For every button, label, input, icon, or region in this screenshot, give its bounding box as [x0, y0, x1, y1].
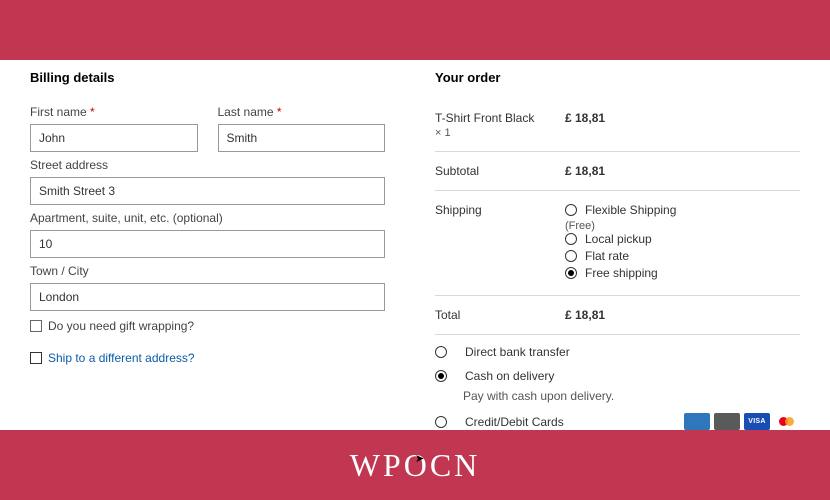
radio-icon[interactable] [565, 233, 577, 245]
ship-different-label: Ship to a different address? [48, 351, 195, 365]
total-value: £ 18,81 [565, 308, 605, 322]
street-input[interactable] [30, 177, 385, 205]
first-name-input[interactable] [30, 124, 198, 152]
radio-icon[interactable] [435, 416, 447, 428]
total-label: Total [435, 308, 565, 322]
ship-flex-note: (Free) [565, 220, 800, 232]
first-name-label: First name * [30, 105, 198, 119]
shipping-row: Shipping Flexible Shipping (Free) Local … [435, 197, 800, 289]
product-qty: × 1 [435, 127, 565, 139]
billing-heading: Billing details [30, 70, 385, 85]
ship-pickup[interactable]: Local pickup [565, 232, 800, 246]
product-price: £ 18,81 [565, 111, 605, 139]
visa-icon: VISA [744, 413, 770, 430]
street-field: Street address [30, 158, 385, 205]
radio-icon[interactable] [565, 204, 577, 216]
city-input[interactable] [30, 283, 385, 311]
product-row: T-Shirt Front Black × 1 £ 18,81 [435, 105, 800, 145]
apartment-field: Apartment, suite, unit, etc. (optional) [30, 211, 385, 258]
apartment-label: Apartment, suite, unit, etc. (optional) [30, 211, 385, 225]
top-band [0, 0, 830, 60]
mastercard-icon [774, 413, 800, 430]
amex-icon [684, 413, 710, 430]
subtotal-value: £ 18,81 [565, 164, 605, 178]
pay-cash[interactable]: Cash on delivery [435, 369, 800, 383]
last-name-input[interactable] [218, 124, 386, 152]
apartment-input[interactable] [30, 230, 385, 258]
ship-free[interactable]: Free shipping [565, 266, 800, 280]
pay-cash-note: Pay with cash upon delivery. [463, 389, 800, 403]
first-name-field: First name * [30, 105, 198, 152]
product-name: T-Shirt Front Black [435, 111, 565, 125]
footer-band: WPOCN [0, 430, 830, 500]
discover-icon [714, 413, 740, 430]
radio-icon[interactable] [565, 267, 577, 279]
order-heading: Your order [435, 70, 800, 85]
shipping-label: Shipping [435, 203, 565, 217]
ship-different-row[interactable]: Ship to a different address? [30, 351, 385, 365]
street-label: Street address [30, 158, 385, 172]
city-field: Town / City [30, 264, 385, 311]
ship-flex[interactable]: Flexible Shipping [565, 203, 800, 217]
radio-icon[interactable] [565, 250, 577, 262]
ship-flat[interactable]: Flat rate [565, 249, 800, 263]
total-row: Total £ 18,81 [435, 302, 800, 328]
order-column: Your order T-Shirt Front Black × 1 £ 18,… [415, 70, 800, 430]
ship-different-checkbox[interactable] [30, 352, 42, 364]
pay-bank[interactable]: Direct bank transfer [435, 345, 800, 359]
gift-wrap-row[interactable]: Do you need gift wrapping? [30, 319, 385, 333]
card-icons: VISA [684, 413, 800, 430]
radio-icon[interactable] [435, 370, 447, 382]
city-label: Town / City [30, 264, 385, 278]
subtotal-row: Subtotal £ 18,81 [435, 158, 800, 184]
billing-column: Billing details First name * Last name *… [30, 70, 385, 430]
pay-card[interactable]: Credit/Debit Cards VISA [435, 413, 800, 430]
checkout-content: Billing details First name * Last name *… [0, 60, 830, 430]
logo-text: WPOCN [350, 447, 481, 484]
last-name-label: Last name * [218, 105, 386, 119]
subtotal-label: Subtotal [435, 164, 565, 178]
radio-icon[interactable] [435, 346, 447, 358]
gift-wrap-label: Do you need gift wrapping? [48, 319, 194, 333]
gift-wrap-checkbox[interactable] [30, 320, 42, 332]
last-name-field: Last name * [218, 105, 386, 152]
